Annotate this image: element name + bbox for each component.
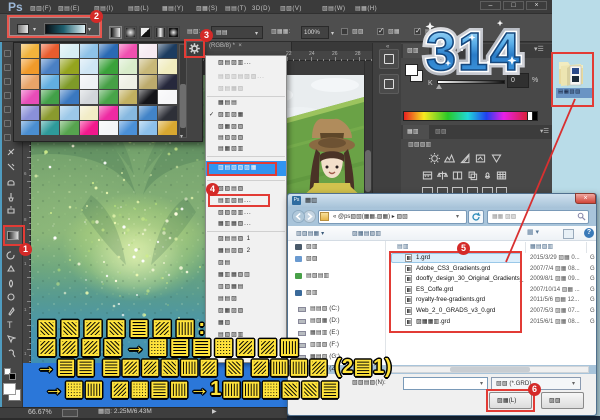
svg-text:314: 314	[426, 22, 522, 76]
